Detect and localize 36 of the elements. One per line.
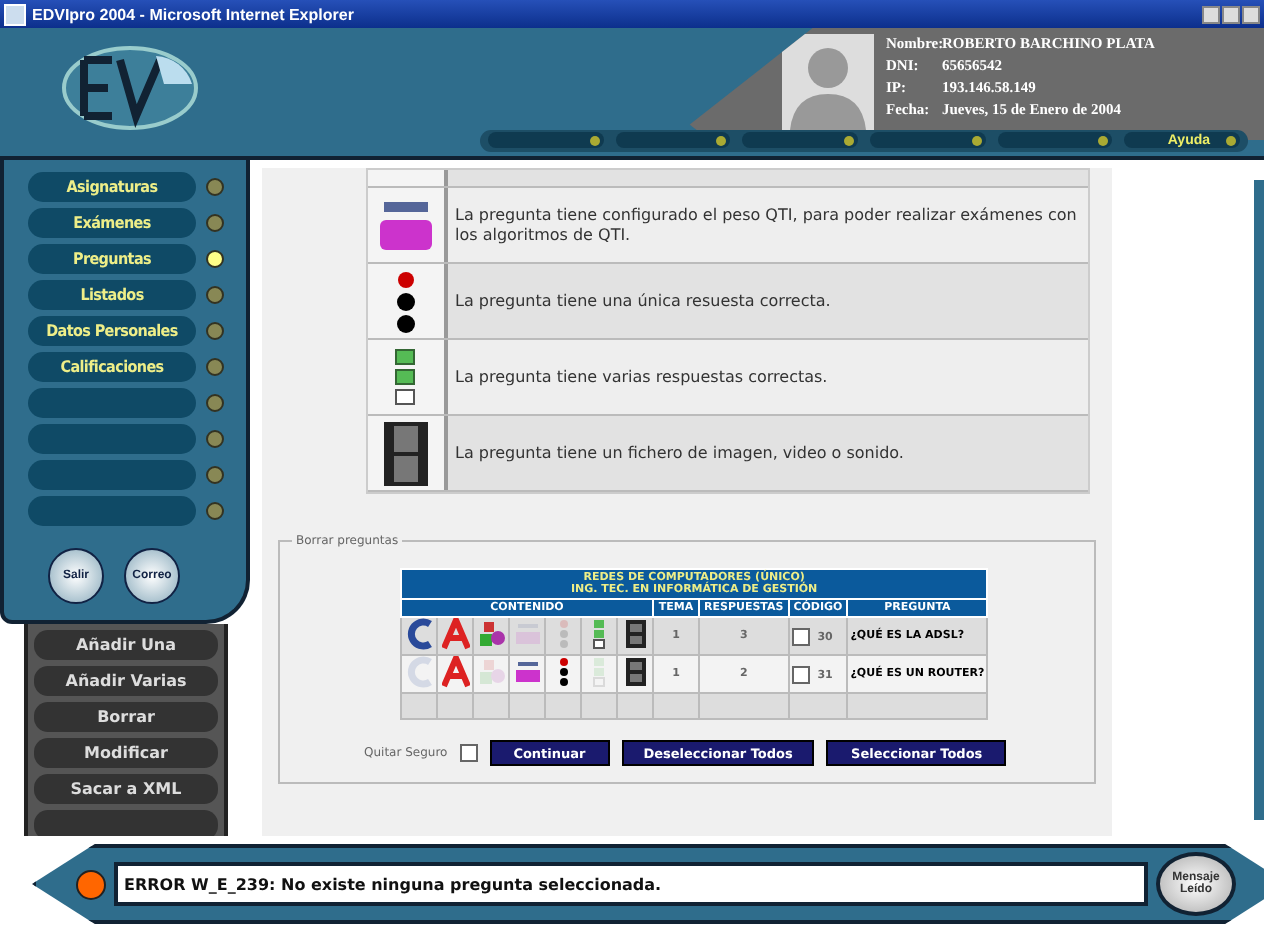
error-message: ERROR W_E_239: No existe ninguna pregunta seleccionada. <box>114 862 1148 906</box>
safety-checkbox[interactable] <box>459 744 478 762</box>
traffic-light-icon <box>393 269 417 333</box>
action-button[interactable]: Modificar <box>34 738 218 768</box>
sidebar-item[interactable]: Asignaturas <box>28 172 196 202</box>
minimize-button[interactable] <box>1202 5 1220 23</box>
blank-nav-button[interactable] <box>870 132 986 148</box>
window-title: EDVIpro 2004 - Microsoft Internet Explorer <box>32 5 354 23</box>
scrollbar[interactable] <box>1254 180 1264 820</box>
blank-nav-button[interactable] <box>488 132 604 148</box>
sidebar-item[interactable]: Exámenes <box>28 208 196 238</box>
row-checkbox[interactable] <box>791 665 810 683</box>
blank-nav-button[interactable] <box>615 132 731 148</box>
checkboxes-icon <box>393 347 417 407</box>
sidebar-item[interactable]: Calificaciones <box>28 352 196 382</box>
action-button[interactable]: Añadir Varias <box>34 666 218 696</box>
action-button[interactable]: Borrar <box>34 702 218 732</box>
blank-nav-button[interactable] <box>742 132 859 148</box>
logo-drawing <box>60 44 200 132</box>
legend-text: La pregunta tiene una única resuesta correcta. <box>453 289 833 314</box>
maximize-button[interactable] <box>1222 5 1240 23</box>
action-button[interactable]: Añadir Una <box>34 630 218 660</box>
close-button[interactable] <box>1242 5 1260 23</box>
status-light-icon <box>76 869 106 899</box>
sidebar-item[interactable]: Preguntas <box>28 244 196 274</box>
browser-icon <box>4 3 26 25</box>
action-button[interactable]: Sacar a XML <box>34 774 218 804</box>
film-strip-icon <box>383 421 427 485</box>
blank-nav-button[interactable] <box>997 132 1113 148</box>
sidebar-item[interactable]: Listados <box>28 280 196 310</box>
row-checkbox[interactable] <box>791 627 810 645</box>
avatar-silhouette <box>782 34 874 130</box>
sidebar-item[interactable]: Datos Personales <box>28 316 196 346</box>
legend-text: La pregunta tiene un fichero de imagen, video o sonido. <box>453 441 906 466</box>
legend-text: La pregunta tiene configurado el peso QTI, para poder realizar exámenes con los algoritmos de QTI. <box>453 203 1079 248</box>
legend-text: La pregunta tiene varias respuestas correctas. <box>453 365 830 390</box>
